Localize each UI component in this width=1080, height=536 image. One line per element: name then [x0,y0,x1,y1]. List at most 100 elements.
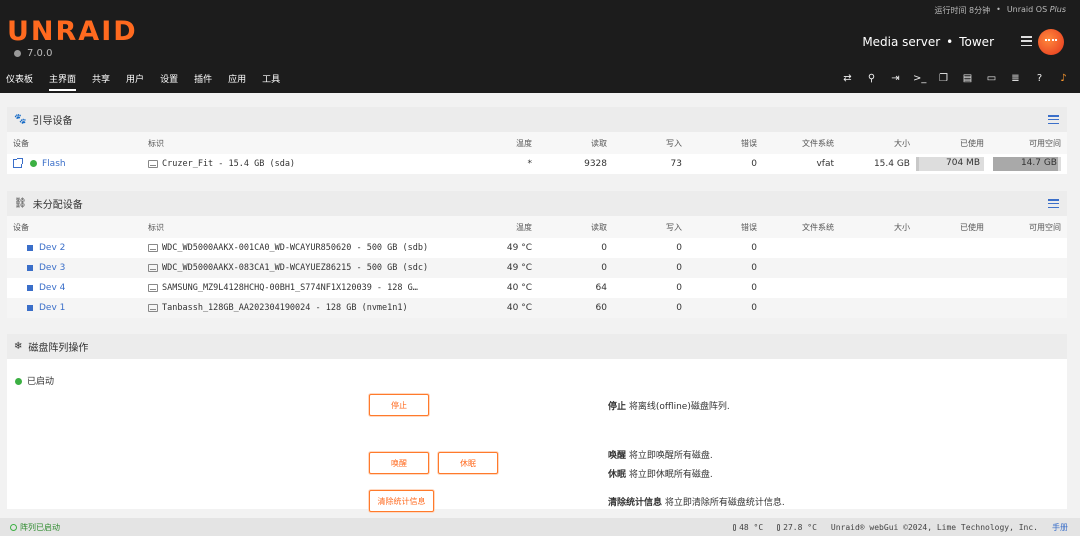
col-free: 可用空间 [1029,222,1061,232]
status-dot-icon [30,160,37,167]
nav-users[interactable]: 用户 [126,72,144,91]
main-nav: 仪表板 主界面 共享 用户 设置 插件 应用 工具 [6,72,296,91]
stop-description: 停止 将离线(offline)磁盘阵列. [608,399,730,412]
nav-plugins[interactable]: 插件 [194,72,212,91]
feedback-icon[interactable]: ≣ [1009,73,1022,84]
table-row: Dev 4 SAMSUNG_MZ9L4128HCHQ-00BH1_S774NF1… [7,278,1067,298]
disk-icon [148,159,158,168]
external-link-icon[interactable] [13,158,23,168]
used-bar: 704 MB [916,157,984,171]
col-errors: 错误 [741,138,757,148]
spindown-description: 休眠 将立即休眠所有磁盘. [608,467,713,480]
ident-text[interactable]: WDC_WD5000AAKX-001CA0_WD-WCAYUR850620 - … [162,243,428,253]
ident-text[interactable]: SAMSUNG_MZ9L4128HCHQ-00BH1_S774NF1X12003… [162,283,418,293]
server-description: Media server [862,35,941,49]
ident-cell: Cruzer_Fit - 15.4 GB (sda) [148,159,295,169]
device-link[interactable]: Dev 2 [39,243,65,253]
spindown-desc-text: 将立即休眠所有磁盘. [626,470,713,480]
nav-tools[interactable]: 工具 [262,72,280,91]
boot-title: 引导设备 [32,116,73,127]
device-cell: Flash [13,158,66,169]
ident-text[interactable]: Cruzer_Fit - 15.4 GB (sda) [162,159,295,169]
free-cell: 14.7 GB [1020,158,1057,168]
server-name: Tower [959,35,994,49]
nav-apps[interactable]: 应用 [228,72,246,91]
device-cell: Dev 3 [27,263,65,273]
footer: 阵列已启动 48 °C 27.8 °C Unraid® webGui ©2024… [0,518,1080,536]
manual-link[interactable]: 手册 [1052,522,1068,533]
stop-bold: 停止 [608,402,627,412]
device-cell: Dev 1 [27,303,65,313]
temp-cell: 49 °C [506,263,532,273]
list-view-icon[interactable] [1048,199,1059,208]
nav-main[interactable]: 主界面 [49,72,77,91]
uptime-label: 运行时间 8分钟 [934,6,991,15]
nav-settings[interactable]: 设置 [160,72,178,91]
bell-icon[interactable]: ♪ [1057,73,1070,84]
array-operation-panel: ❄ 磁盘阵列操作 已启动 停止 停止 将离线(offline)磁盘阵列. 唤醒 … [7,334,1067,512]
device-link[interactable]: Dev 3 [39,263,65,273]
device-link[interactable]: Dev 4 [39,283,65,293]
table-row: Dev 3 WDC_WD5000AAKX-083CA1_WD-WCAYUEZ86… [7,258,1067,278]
disk-icon [148,303,158,312]
clear-stats-button[interactable]: 清除统计信息 [369,490,434,512]
nav-shares[interactable]: 共享 [92,72,110,91]
temp-cell: 40 °C [506,283,532,293]
edition-label[interactable]: Unraid OS Plus [1007,5,1066,16]
footer-status-label: 阵列已启动 [20,522,60,532]
spinup-bold: 唤醒 [608,451,627,461]
device-link[interactable]: Flash [42,159,66,169]
logout-icon[interactable]: ⇥ [889,73,902,84]
copyright: Unraid® webGui ©2024, Lime Technology, I… [830,522,1038,532]
search-icon[interactable]: ⚲ [865,73,878,84]
started-dot-icon [15,378,22,385]
version-dot-icon [14,50,21,57]
header: UNRAID 7.0.0 运行时间 8分钟 • Unraid OS Plus M… [0,0,1080,93]
ident-text[interactable]: Tanbassh_128GB_AA202304190024 - 128 GB (… [162,303,408,313]
help-icon[interactable]: ? [1033,73,1046,84]
col-temp: 温度 [516,222,532,232]
spinup-button[interactable]: 唤醒 [369,452,429,474]
errors-cell: 0 [751,243,757,253]
menu-icon[interactable] [1021,36,1032,46]
spinup-desc-text: 将立即唤醒所有磁盘. [626,451,713,461]
col-temp: 温度 [516,138,532,148]
unraid-logo[interactable]: UNRAID [7,16,138,47]
nav-dashboard[interactable]: 仪表板 [6,72,33,91]
panel-title: ⛓ 未分配设备 [7,191,1067,216]
avatar[interactable] [1038,29,1064,55]
used-cell: 704 MB [946,158,980,168]
col-used: 已使用 [960,138,984,148]
panel-title: 🐾 引导设备 [7,107,1067,132]
disk-status-icon [27,304,33,311]
clear-bold: 清除统计信息 [608,498,663,508]
terminal-icon[interactable]: >_ [913,73,926,84]
unassigned-devices-panel: ⛓ 未分配设备 设备 标识 温度 读取 写入 错误 文件系统 大小 已使用 可用… [7,191,1067,318]
list-view-icon[interactable] [1048,115,1059,124]
array-status-label: 已启动 [27,377,55,387]
errors-cell: 0 [751,303,757,313]
display-icon[interactable]: ▭ [985,73,998,84]
spinup-description: 唤醒 将立即唤醒所有磁盘. [608,448,713,461]
reads-cell: 0 [601,243,607,253]
col-ident: 标识 [148,138,164,148]
unassigned-title: 未分配设备 [32,200,83,211]
disk-status-icon [27,244,33,251]
table-row: Dev 1 Tanbassh_128GB_AA202304190024 - 12… [7,298,1067,318]
top-status: 运行时间 8分钟 • Unraid OS Plus [934,5,1066,16]
copy-icon[interactable]: ❐ [937,73,950,84]
toolbar: ⇄ ⚲ ⇥ >_ ❐ ▤ ▭ ≣ ? ♪ [841,73,1070,84]
used-fill [916,157,920,171]
col-writes: 写入 [666,222,682,232]
array-status: 已启动 [15,374,54,387]
spindown-button[interactable]: 休眠 [438,452,498,474]
stop-button[interactable]: 停止 [369,394,429,416]
edition-name: Unraid OS [1006,5,1048,14]
cpu-temp: 48 °C [733,523,763,532]
switch-icon[interactable]: ⇄ [841,73,854,84]
ident-text[interactable]: WDC_WD5000AAKX-083CA1_WD-WCAYUEZ86215 - … [162,263,428,273]
version-label: 7.0.0 [27,48,53,59]
log-icon[interactable]: ▤ [961,73,974,84]
device-link[interactable]: Dev 1 [39,303,65,313]
errors-cell: 0 [751,263,757,273]
